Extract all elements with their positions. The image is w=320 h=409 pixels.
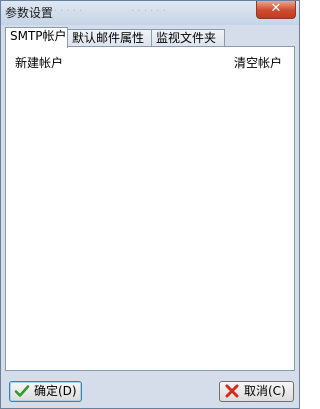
tab-strip: SMTP帐户 默认邮件属性 监视文件夹 [5, 27, 297, 48]
clear-accounts-link[interactable]: 清空帐户 [234, 54, 282, 71]
window-title: 参数设置 [5, 6, 54, 20]
tab-watch-folders[interactable]: 监视文件夹 [151, 29, 225, 46]
title-bar[interactable]: · · · · · · · · · · · · · 参数设置 ✕ [1, 1, 299, 25]
cancel-x-icon [225, 384, 239, 398]
ok-button[interactable]: 确定(D) [9, 381, 82, 402]
checkmark-icon [14, 385, 30, 397]
close-button[interactable]: ✕ [256, 1, 296, 19]
settings-dialog: · · · · · · · · · · · · · 参数设置 ✕ SMTP帐户 … [0, 0, 300, 409]
tab-smtp-accounts[interactable]: SMTP帐户 [5, 27, 68, 48]
tab-label: 监视文件夹 [156, 31, 217, 45]
ok-button-label: 确定(D) [34, 384, 77, 398]
panel-toolbar: 新建帐户 清空帐户 [6, 47, 294, 75]
smtp-accounts-panel: 新建帐户 清空帐户 [5, 46, 295, 371]
cancel-button[interactable]: 取消(C) [219, 381, 294, 402]
tab-label: 默认邮件属性 [72, 31, 145, 45]
tab-default-mail-properties[interactable]: 默认邮件属性 [67, 29, 152, 46]
account-list[interactable] [6, 75, 294, 370]
cancel-button-label: 取消(C) [244, 384, 286, 398]
title-ghost-text: · · · · · · [131, 6, 166, 17]
close-icon: ✕ [270, 1, 282, 16]
tab-label: SMTP帐户 [10, 29, 67, 43]
new-account-link[interactable]: 新建帐户 [15, 54, 63, 71]
